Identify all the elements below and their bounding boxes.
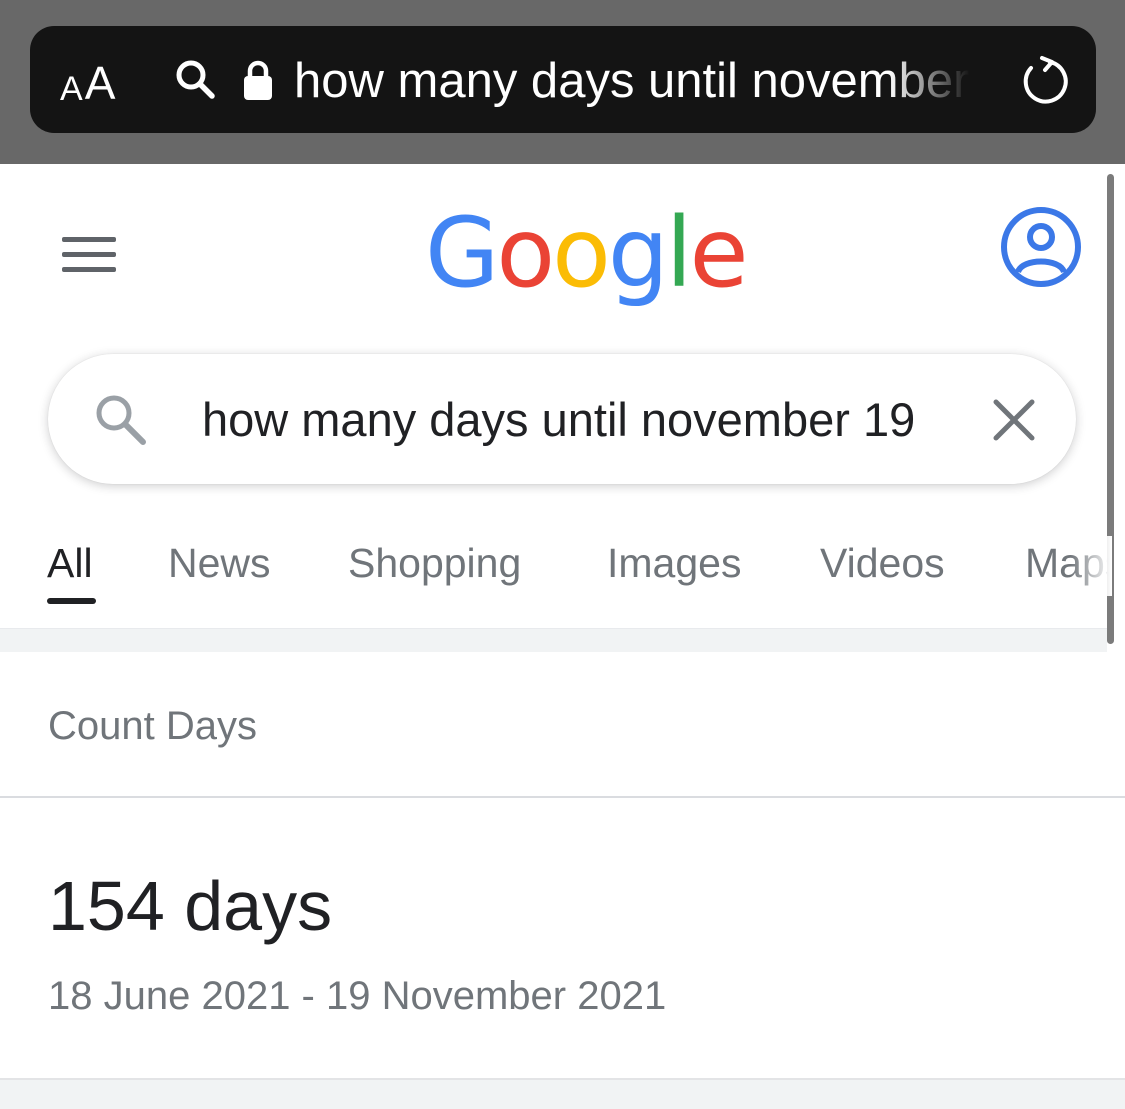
card-title: Count Days: [48, 704, 257, 748]
logo-letter: G: [425, 197, 499, 309]
text-size-small-a: A: [60, 70, 83, 108]
logo-letter: o: [496, 197, 555, 309]
tab-all[interactable]: All: [47, 538, 93, 600]
card-divider: [0, 796, 1125, 798]
close-icon[interactable]: [990, 396, 1038, 444]
section-divider: [0, 628, 1107, 652]
search-icon[interactable]: [92, 391, 148, 447]
reload-icon[interactable]: [1018, 54, 1072, 108]
section-divider: [0, 1078, 1125, 1109]
search-input[interactable]: [202, 388, 962, 450]
search-tabs: All News Shopping Images Videos Maps: [0, 530, 1110, 610]
tab-images[interactable]: Images: [607, 538, 741, 600]
hamburger-menu-icon[interactable]: [60, 235, 118, 275]
date-range: 18 June 2021 - 19 November 2021: [48, 974, 667, 1018]
url-text[interactable]: how many days until november 19: [294, 50, 970, 112]
logo-letter: e: [689, 197, 748, 309]
search-icon: [176, 60, 215, 99]
text-size-button[interactable]: A A: [60, 56, 115, 106]
account-circle-icon[interactable]: [1000, 206, 1082, 288]
lock-icon: [244, 60, 272, 100]
text-size-large-a: A: [84, 57, 116, 109]
tab-news[interactable]: News: [168, 538, 271, 600]
tab-shopping[interactable]: Shopping: [348, 538, 521, 600]
logo-letter: o: [552, 197, 611, 309]
days-count: 154 days: [48, 867, 333, 945]
logo-letter: g: [607, 197, 669, 309]
tab-videos[interactable]: Videos: [820, 538, 945, 600]
active-tab-indicator: [47, 598, 96, 604]
tab-overflow-fade: [1070, 536, 1112, 596]
google-logo[interactable]: Google: [425, 197, 749, 309]
logo-letter: l: [665, 197, 693, 309]
